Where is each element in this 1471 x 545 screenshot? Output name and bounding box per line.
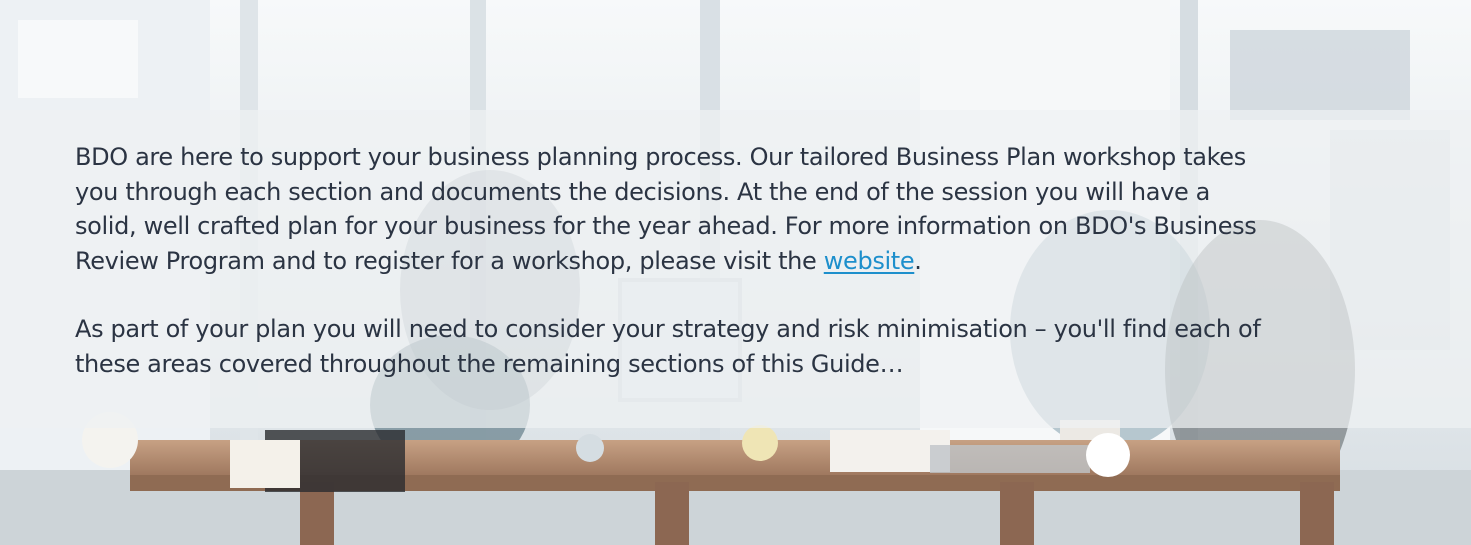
intro-line-2: you through each section and documents t… [75,177,1211,206]
intro-line-1: BDO are here to support your business pl… [75,143,1246,171]
strategy-line-2: these areas covered throughout the remai… [75,349,904,378]
content-block: BDO are here to support your business pl… [75,140,1405,381]
strategy-line-1: As part of your plan you will need to co… [75,315,1261,343]
intro-line-4-punctuation: . [914,246,922,275]
website-link[interactable]: website [824,247,915,275]
intro-line-4-text: Review Program and to register for a wor… [75,246,824,275]
hero-banner: BDO are here to support your business pl… [0,0,1471,545]
strategy-paragraph: As part of your plan you will need to co… [75,312,1405,381]
intro-line-4: Review Program and to register for a wor… [75,244,1405,279]
intro-paragraph: BDO are here to support your business pl… [75,140,1405,278]
intro-line-3: solid, well crafted plan for your busine… [75,212,1257,240]
